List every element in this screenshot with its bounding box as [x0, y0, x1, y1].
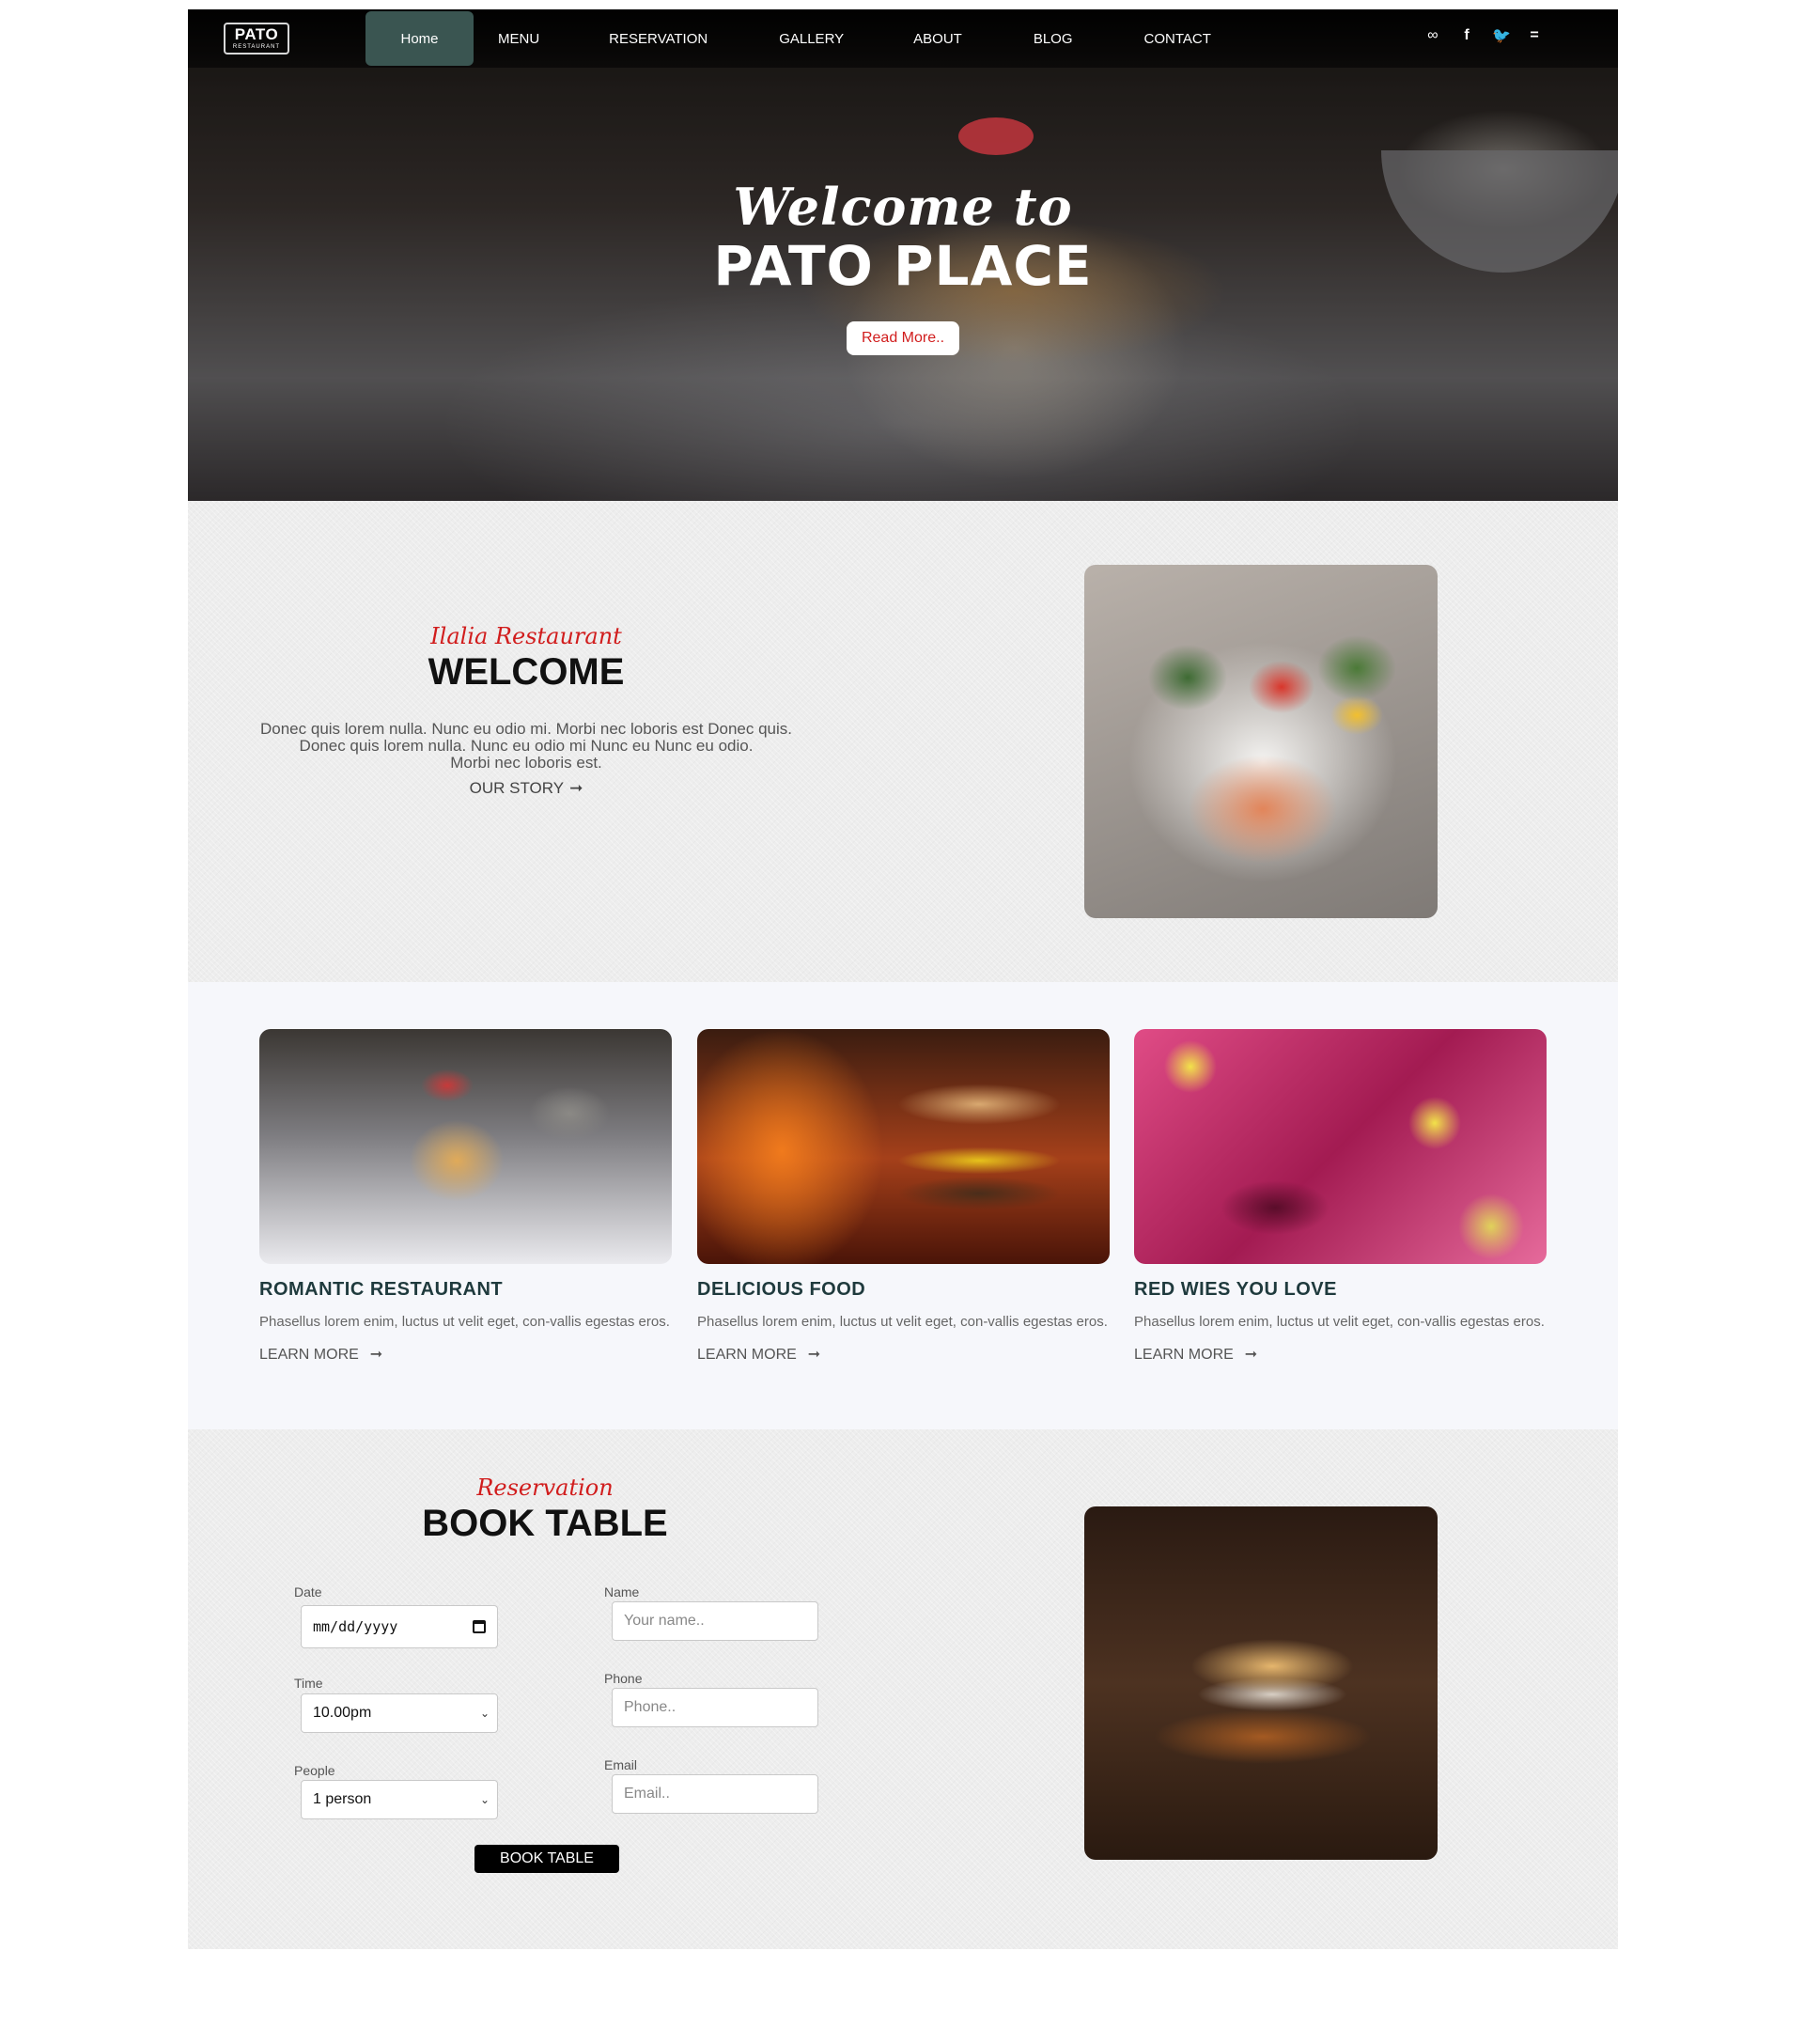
feature-card: RED WIES YOU LOVE Phasellus lorem enim, … [1134, 1029, 1547, 1364]
sandwich-image [1084, 1506, 1438, 1860]
learn-more-link[interactable]: LEARN MORE ➞ [697, 1345, 820, 1364]
logo[interactable]: PATO RESTAURANT [224, 23, 289, 55]
nav-home[interactable]: Home [365, 11, 474, 66]
our-story-label: OUR STORY [469, 779, 565, 797]
welcome-script: Ilalia Restaurant [430, 623, 622, 649]
feature-text: Phasellus lorem enim, luctus ut velit eg… [697, 1314, 1108, 1330]
welcome-text: Ilalia Restaurant WELCOME Donec quis lor… [244, 623, 808, 798]
feature-title: RED WIES YOU LOVE [1134, 1279, 1337, 1300]
people-label: People [294, 1763, 335, 1778]
feature-title: ROMANTIC RESTAURANT [259, 1279, 504, 1300]
navbar: PATO RESTAURANT Home MENU RESERVATION GA… [188, 9, 1618, 68]
our-story-link[interactable]: OUR STORY ➞ [470, 779, 583, 798]
hero-section: PATO RESTAURANT Home MENU RESERVATION GA… [188, 9, 1618, 501]
facebook-icon[interactable]: f [1458, 27, 1475, 44]
read-more-button[interactable]: Read More.. [846, 321, 960, 355]
booking-script: Reservation [476, 1474, 614, 1501]
welcome-paragraph-line: Donec quis lorem nulla. Nunc eu odio mi.… [260, 720, 792, 738]
learn-more-label: LEARN MORE [697, 1347, 797, 1363]
logo-subtext: RESTAURANT [232, 44, 281, 50]
pancake-image [259, 1029, 672, 1264]
welcome-paragraph: Donec quis lorem nulla. Nunc eu odio mi.… [244, 721, 808, 772]
email-input[interactable]: Email.. [612, 1774, 818, 1814]
arrow-right-icon: ➞ [807, 1345, 821, 1363]
nav-about[interactable]: ABOUT [913, 11, 962, 66]
booking-header: Reservation BOOK TABLE [244, 1474, 846, 1544]
welcome-paragraph-line: Morbi nec loboris est. [450, 754, 602, 772]
site-container: PATO RESTAURANT Home MENU RESERVATION GA… [188, 9, 1618, 1949]
arrow-right-icon: ➞ [369, 1345, 383, 1363]
phone-input-placeholder: Phone.. [624, 1699, 676, 1715]
learn-more-link[interactable]: LEARN MORE ➞ [259, 1345, 382, 1364]
page: PATO RESTAURANT Home MENU RESERVATION GA… [0, 0, 1804, 2044]
nav-reservation[interactable]: RESERVATION [609, 11, 708, 66]
name-label: Name [604, 1584, 640, 1599]
salmon-dish-image [1084, 565, 1438, 918]
nav-links: Home MENU RESERVATION GALLERY ABOUT BLOG… [365, 9, 1211, 68]
time-label: Time [294, 1676, 323, 1691]
chevron-down-icon: ⌄ [479, 1707, 490, 1720]
date-input[interactable]: mm/dd/yyyy [301, 1605, 498, 1648]
people-select[interactable]: 1 person ⌄ [301, 1780, 498, 1819]
time-select[interactable]: 10.00pm ⌄ [301, 1693, 498, 1733]
phone-input[interactable]: Phone.. [612, 1688, 818, 1727]
email-input-placeholder: Email.. [624, 1786, 670, 1802]
chevron-down-icon: ⌄ [479, 1793, 490, 1806]
name-input[interactable]: Your name.. [612, 1601, 818, 1641]
nav-blog[interactable]: BLOG [1034, 11, 1073, 66]
learn-more-label: LEARN MORE [1134, 1347, 1234, 1363]
logo-text: PATO [234, 25, 279, 43]
email-label: Email [604, 1757, 638, 1772]
feature-title: DELICIOUS FOOD [697, 1279, 866, 1300]
people-select-value: 1 person [313, 1791, 372, 1807]
date-input-value: mm/dd/yyyy [313, 1618, 398, 1635]
feature-text: Phasellus lorem enim, luctus ut velit eg… [259, 1314, 670, 1330]
arrow-right-icon: ➞ [569, 779, 583, 798]
features-section: ROMANTIC RESTAURANT Phasellus lorem enim… [188, 982, 1618, 1429]
welcome-section: Ilalia Restaurant WELCOME Donec quis lor… [188, 501, 1618, 982]
booking-section: Reservation BOOK TABLE Date mm/dd/yyyy T… [188, 1429, 1618, 1949]
twitter-icon[interactable]: 🐦 [1492, 26, 1511, 45]
menu-icon[interactable]: = [1526, 27, 1543, 44]
feature-card: DELICIOUS FOOD Phasellus lorem enim, luc… [697, 1029, 1110, 1364]
hero-script-title: Welcome to [733, 177, 1073, 237]
hero-title: PATO PLACE [713, 234, 1093, 298]
hero-strawberry [958, 117, 1034, 155]
time-select-value: 10.00pm [313, 1705, 372, 1721]
phone-label: Phone [604, 1671, 643, 1686]
calendar-icon[interactable] [473, 1620, 486, 1633]
nav-contact[interactable]: CONTACT [1144, 11, 1211, 66]
feature-text: Phasellus lorem enim, luctus ut velit eg… [1134, 1314, 1545, 1330]
feature-card: ROMANTIC RESTAURANT Phasellus lorem enim… [259, 1029, 672, 1364]
tripadvisor-icon[interactable]: ∞ [1424, 27, 1441, 44]
wine-image [1134, 1029, 1547, 1264]
welcome-paragraph-line: Donec quis lorem nulla. Nunc eu odio mi … [299, 737, 754, 755]
nav-menu[interactable]: MENU [498, 11, 539, 66]
date-label: Date [294, 1584, 322, 1599]
hero-text: Welcome to PATO PLACE Read More.. [188, 179, 1618, 355]
burger-image [697, 1029, 1110, 1264]
welcome-title: WELCOME [428, 651, 625, 693]
social-links: ∞ f 🐦 = [1424, 26, 1543, 45]
learn-more-link[interactable]: LEARN MORE ➞ [1134, 1345, 1257, 1364]
nav-gallery[interactable]: GALLERY [779, 11, 844, 66]
name-input-placeholder: Your name.. [624, 1613, 705, 1629]
booking-title: BOOK TABLE [422, 1503, 668, 1544]
book-table-button[interactable]: BOOK TABLE [474, 1845, 619, 1873]
arrow-right-icon: ➞ [1244, 1345, 1258, 1363]
learn-more-label: LEARN MORE [259, 1347, 359, 1363]
